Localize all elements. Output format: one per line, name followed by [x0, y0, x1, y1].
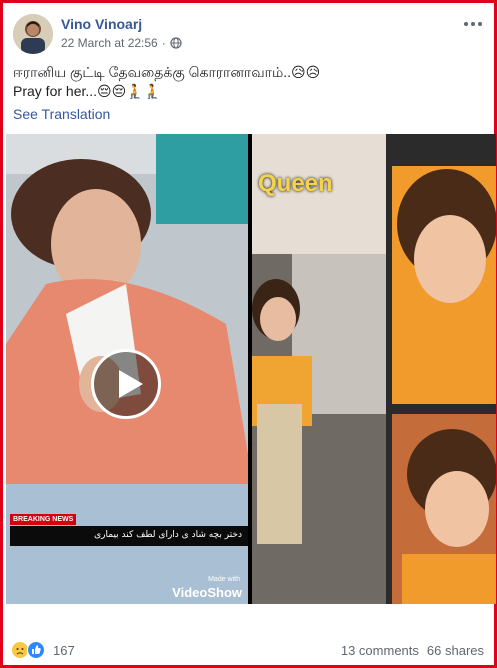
post-footer: 167 13 comments 66 shares [11, 609, 486, 659]
author-name[interactable]: Vino Vinoarj [61, 16, 142, 32]
see-translation-link[interactable]: See Translation [13, 106, 110, 122]
post-media: BREAKING NEWS دختر بچه شاد ی دارای لطف ک… [6, 134, 496, 604]
globe-icon[interactable] [170, 37, 182, 49]
post-text-line-1: ஈரானிய குட்டி தேவதைக்கு கொரானாவாம்..😥😥 [13, 64, 321, 80]
post-meta: 22 March at 22:56 · [61, 36, 182, 50]
watermark-made-with: Made with [208, 576, 240, 583]
video-right-thumbnail [252, 134, 496, 604]
post-card: Vino Vinoarj 22 March at 22:56 · ஈரானிய … [0, 0, 497, 668]
like-reaction-icon [27, 641, 45, 659]
watermark-videoshow: VideoShow [172, 585, 242, 600]
post-text: ஈரானிய குட்டி தேவதைக்கு கொரானாவாம்..😥😥 P… [13, 63, 484, 101]
post-stats: 13 comments 66 shares [341, 643, 484, 658]
post-timestamp[interactable]: 22 March at 22:56 [61, 36, 158, 50]
post-header: Vino Vinoarj 22 March at 22:56 · [11, 11, 486, 57]
reaction-summary[interactable]: 167 [11, 641, 75, 659]
news-caption-bar: دختر بچه شاد ی دارای لطف کند بیماری [10, 526, 248, 546]
reaction-count: 167 [53, 642, 75, 658]
video-right[interactable]: Queen [252, 134, 496, 604]
more-options-icon[interactable] [462, 17, 484, 31]
video-left[interactable]: BREAKING NEWS دختر بچه شاد ی دارای لطف ک… [6, 134, 248, 604]
breaking-news-badge: BREAKING NEWS [10, 514, 77, 525]
queen-overlay-text: Queen [258, 170, 333, 197]
post-text-line-2: Pray for her...😔😔🧎🧎 [13, 83, 162, 99]
comments-count[interactable]: 13 comments [341, 643, 419, 658]
shares-count[interactable]: 66 shares [427, 643, 484, 658]
author-avatar[interactable] [13, 14, 53, 54]
play-button[interactable] [91, 349, 161, 419]
